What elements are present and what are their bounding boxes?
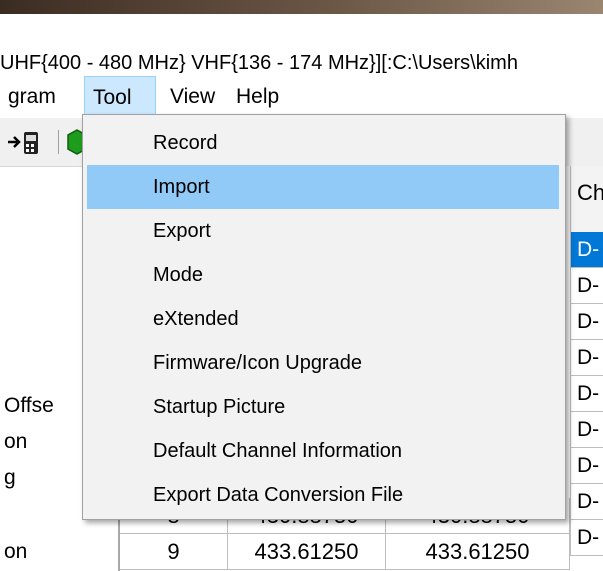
- channel-cell[interactable]: D-: [570, 448, 603, 484]
- left-label-g: g: [4, 466, 16, 489]
- channel-cell[interactable]: D-: [570, 232, 603, 268]
- menu-item-record[interactable]: Record: [87, 121, 559, 165]
- tx-frequency-cell[interactable]: 433.61250: [386, 534, 570, 570]
- row-number-cell[interactable]: 9: [120, 534, 228, 570]
- channel-column-header[interactable]: Ch: [570, 166, 603, 233]
- menu-item-default-channel-info[interactable]: Default Channel Information: [87, 429, 559, 473]
- menu-item-import[interactable]: Import: [87, 165, 559, 209]
- device-transfer-icon[interactable]: [6, 128, 46, 161]
- menu-item-startup-picture[interactable]: Startup Picture: [87, 385, 559, 429]
- menu-view[interactable]: View: [162, 76, 223, 118]
- menu-tool[interactable]: Tool: [84, 76, 156, 118]
- menu-item-mode[interactable]: Mode: [87, 253, 559, 297]
- left-label-offset: Offse: [4, 394, 54, 417]
- channel-cell[interactable]: D-: [570, 484, 603, 520]
- left-label-on-1: on: [4, 430, 28, 453]
- left-label-on-2: on: [4, 540, 28, 563]
- channel-cell[interactable]: D-: [570, 520, 603, 556]
- title-bar: UHF{400 - 480 MHz} VHF{136 - 174 MHz}][:…: [0, 14, 603, 74]
- toolbar-separator: [58, 130, 59, 154]
- menu-item-export[interactable]: Export: [87, 209, 559, 253]
- channel-cell[interactable]: D-: [570, 268, 603, 304]
- channel-cell[interactable]: D-: [570, 376, 603, 412]
- menu-bar: gram Tool View Help: [0, 76, 603, 118]
- menu-program[interactable]: gram: [0, 76, 64, 118]
- menu-item-extended[interactable]: eXtended: [87, 297, 559, 341]
- channel-cell[interactable]: D-: [570, 304, 603, 340]
- menu-item-export-conversion[interactable]: Export Data Conversion File: [87, 473, 559, 517]
- channel-cell[interactable]: D-: [570, 412, 603, 448]
- menu-item-firmware-upgrade[interactable]: Firmware/Icon Upgrade: [87, 341, 559, 385]
- channel-cell[interactable]: D-: [570, 340, 603, 376]
- window-title: UHF{400 - 480 MHz} VHF{136 - 174 MHz}][:…: [0, 52, 518, 74]
- tool-dropdown-menu: Record Import Export Mode eXtended Firmw…: [82, 114, 566, 520]
- rx-frequency-cell[interactable]: 433.61250: [228, 534, 386, 570]
- menu-help[interactable]: Help: [228, 76, 287, 118]
- window-top-edge: [0, 0, 603, 14]
